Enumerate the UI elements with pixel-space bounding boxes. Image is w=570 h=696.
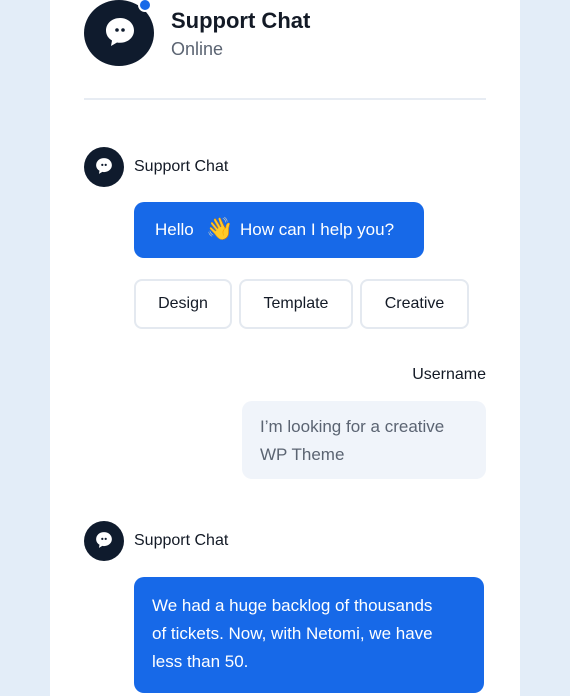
agent-reply-bubble: We had a huge backlog of thousands of ti… [134,577,484,693]
agent-name: Support Chat [134,532,229,549]
chat-title: Support Chat [171,8,311,33]
waving-hand-icon: 👋 [206,216,234,241]
reply-line: We had a huge backlog of thousands [152,596,433,615]
quick-reply-template[interactable]: Template [239,279,353,329]
quick-reply-creative[interactable]: Creative [360,279,469,329]
reply-line: less than 50. [152,652,249,671]
chat-panel: Support Chat Online Support Chat Hello 👋… [50,0,520,696]
chat-bubble-icon [106,18,134,46]
avatar [84,147,124,187]
user-message-line: WP Theme [260,445,345,464]
agent-name: Support Chat [134,158,229,175]
user-message-bubble: I’m looking for a creative WP Theme [242,401,486,479]
reply-line: of tickets. Now, with Netomi, we have [152,624,433,643]
user-name-label: Username [412,366,486,383]
chat-status: Online [171,39,224,59]
chat-bubble-icon [96,532,112,548]
online-status-dot [138,0,152,12]
chat-bubble-icon [96,158,112,174]
avatar [84,521,124,561]
greeting-question: How can I help you? [240,220,395,239]
greeting-text: Hello [155,220,194,239]
quick-reply-design[interactable]: Design [134,279,232,329]
user-message-line: I’m looking for a creative [260,417,445,436]
agent-greeting-bubble: Hello 👋 How can I help you? [134,202,424,258]
chat-header: Support Chat Online [84,0,486,100]
